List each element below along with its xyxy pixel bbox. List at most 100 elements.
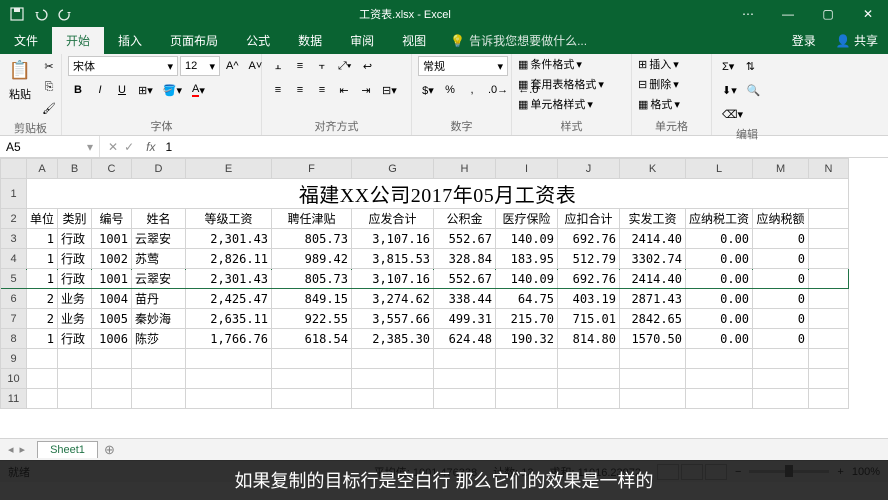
data-cell[interactable]: 0: [753, 249, 809, 269]
align-bottom-icon[interactable]: ⫟: [312, 56, 332, 76]
data-cell[interactable]: 1570.50: [620, 329, 686, 349]
data-cell[interactable]: 2871.43: [620, 289, 686, 309]
data-cell[interactable]: 云翠安: [132, 269, 186, 289]
data-cell[interactable]: 1001: [92, 229, 132, 249]
empty-cell[interactable]: [558, 349, 620, 369]
column-header[interactable]: C: [92, 159, 132, 179]
data-cell[interactable]: 0.00: [686, 249, 753, 269]
table-header-cell[interactable]: 应纳税额: [753, 209, 809, 229]
empty-cell[interactable]: [352, 389, 434, 409]
row-header[interactable]: 4: [1, 249, 27, 269]
data-cell[interactable]: 618.54: [272, 329, 352, 349]
data-cell[interactable]: 2,301.43: [186, 229, 272, 249]
empty-cell[interactable]: [58, 369, 92, 389]
empty-cell[interactable]: [27, 369, 58, 389]
table-header-cell[interactable]: 单位: [27, 209, 58, 229]
column-header[interactable]: G: [352, 159, 434, 179]
tell-me[interactable]: 💡告诉我您想要做什么...: [440, 27, 597, 54]
ribbon-options-icon[interactable]: ⋯: [728, 0, 768, 28]
empty-cell[interactable]: [27, 389, 58, 409]
empty-cell[interactable]: [809, 389, 849, 409]
data-cell[interactable]: 陈莎: [132, 329, 186, 349]
empty-cell[interactable]: [686, 389, 753, 409]
sheet-next-icon[interactable]: ▸: [20, 443, 26, 456]
cut-icon[interactable]: ✂: [38, 56, 60, 76]
column-header[interactable]: B: [58, 159, 92, 179]
empty-cell[interactable]: [272, 389, 352, 409]
table-header-cell[interactable]: 应扣合计: [558, 209, 620, 229]
data-cell[interactable]: 190.32: [496, 329, 558, 349]
align-middle-icon[interactable]: ≡: [290, 56, 310, 76]
data-cell[interactable]: 805.73: [272, 229, 352, 249]
minimize-icon[interactable]: —: [768, 0, 808, 28]
data-cell[interactable]: 2,301.43: [186, 269, 272, 289]
data-cell[interactable]: 2,425.47: [186, 289, 272, 309]
empty-cell[interactable]: [558, 369, 620, 389]
empty-cell[interactable]: [352, 349, 434, 369]
tab-view[interactable]: 视图: [388, 27, 440, 54]
data-cell[interactable]: 338.44: [434, 289, 496, 309]
empty-cell[interactable]: [496, 389, 558, 409]
empty-cell[interactable]: [92, 349, 132, 369]
empty-cell[interactable]: [352, 369, 434, 389]
column-header[interactable]: D: [132, 159, 186, 179]
tab-formulas[interactable]: 公式: [232, 27, 284, 54]
column-header[interactable]: H: [434, 159, 496, 179]
empty-cell[interactable]: [92, 389, 132, 409]
paste-button[interactable]: 📋 粘贴: [6, 56, 34, 102]
column-header[interactable]: F: [272, 159, 352, 179]
login-button[interactable]: 登录: [782, 27, 826, 54]
table-header-cell[interactable]: 等级工资: [186, 209, 272, 229]
data-cell[interactable]: 行政: [58, 229, 92, 249]
data-cell[interactable]: 692.76: [558, 229, 620, 249]
empty-cell[interactable]: [58, 349, 92, 369]
font-color-icon[interactable]: A▾: [188, 80, 209, 100]
data-cell[interactable]: 0: [753, 269, 809, 289]
conditional-format-button[interactable]: ▦ 条件格式▾: [518, 56, 582, 72]
table-header-cell[interactable]: 公积金: [434, 209, 496, 229]
maximize-icon[interactable]: ▢: [808, 0, 848, 28]
data-cell[interactable]: 922.55: [272, 309, 352, 329]
row-header[interactable]: 1: [1, 179, 27, 209]
autosum-icon[interactable]: Σ▾: [718, 56, 738, 76]
inc-decimal-icon[interactable]: .0→: [484, 80, 512, 100]
column-header[interactable]: M: [753, 159, 809, 179]
sheet-tab[interactable]: Sheet1: [37, 441, 98, 458]
column-header[interactable]: K: [620, 159, 686, 179]
formula-input[interactable]: 1: [159, 140, 888, 154]
empty-cell[interactable]: [809, 369, 849, 389]
column-header[interactable]: L: [686, 159, 753, 179]
empty-cell[interactable]: [686, 369, 753, 389]
table-header-cell[interactable]: 医疗保险: [496, 209, 558, 229]
format-painter-icon[interactable]: 🖌: [38, 98, 60, 118]
data-cell[interactable]: 805.73: [272, 269, 352, 289]
data-cell[interactable]: 328.84: [434, 249, 496, 269]
format-table-button[interactable]: ▦ 套用表格格式▾: [518, 76, 604, 92]
data-cell[interactable]: 715.01: [558, 309, 620, 329]
data-cell[interactable]: 512.79: [558, 249, 620, 269]
data-cell[interactable]: 692.76: [558, 269, 620, 289]
data-cell[interactable]: 0: [753, 229, 809, 249]
clear-icon[interactable]: ⌫▾: [718, 104, 747, 124]
share-button[interactable]: 👤 共享: [826, 27, 888, 54]
sheet-prev-icon[interactable]: ◂: [8, 443, 14, 456]
empty-cell[interactable]: [620, 349, 686, 369]
column-header[interactable]: J: [558, 159, 620, 179]
merge-icon[interactable]: ⊟▾: [378, 80, 401, 100]
enter-formula-icon[interactable]: ✓: [124, 140, 134, 154]
data-cell[interactable]: 业务: [58, 309, 92, 329]
data-cell[interactable]: 499.31: [434, 309, 496, 329]
empty-cell[interactable]: [272, 349, 352, 369]
data-cell[interactable]: 403.19: [558, 289, 620, 309]
data-cell[interactable]: 849.15: [272, 289, 352, 309]
data-cell[interactable]: 行政: [58, 329, 92, 349]
empty-cell[interactable]: [272, 369, 352, 389]
data-cell[interactable]: 2,635.11: [186, 309, 272, 329]
data-cell[interactable]: 1004: [92, 289, 132, 309]
tab-home[interactable]: 开始: [52, 27, 104, 54]
data-cell[interactable]: 3,107.16: [352, 229, 434, 249]
data-cell[interactable]: 1: [27, 269, 58, 289]
empty-cell[interactable]: [434, 389, 496, 409]
tab-data[interactable]: 数据: [284, 27, 336, 54]
cell-styles-button[interactable]: ▦ 单元格样式▾: [518, 96, 593, 112]
